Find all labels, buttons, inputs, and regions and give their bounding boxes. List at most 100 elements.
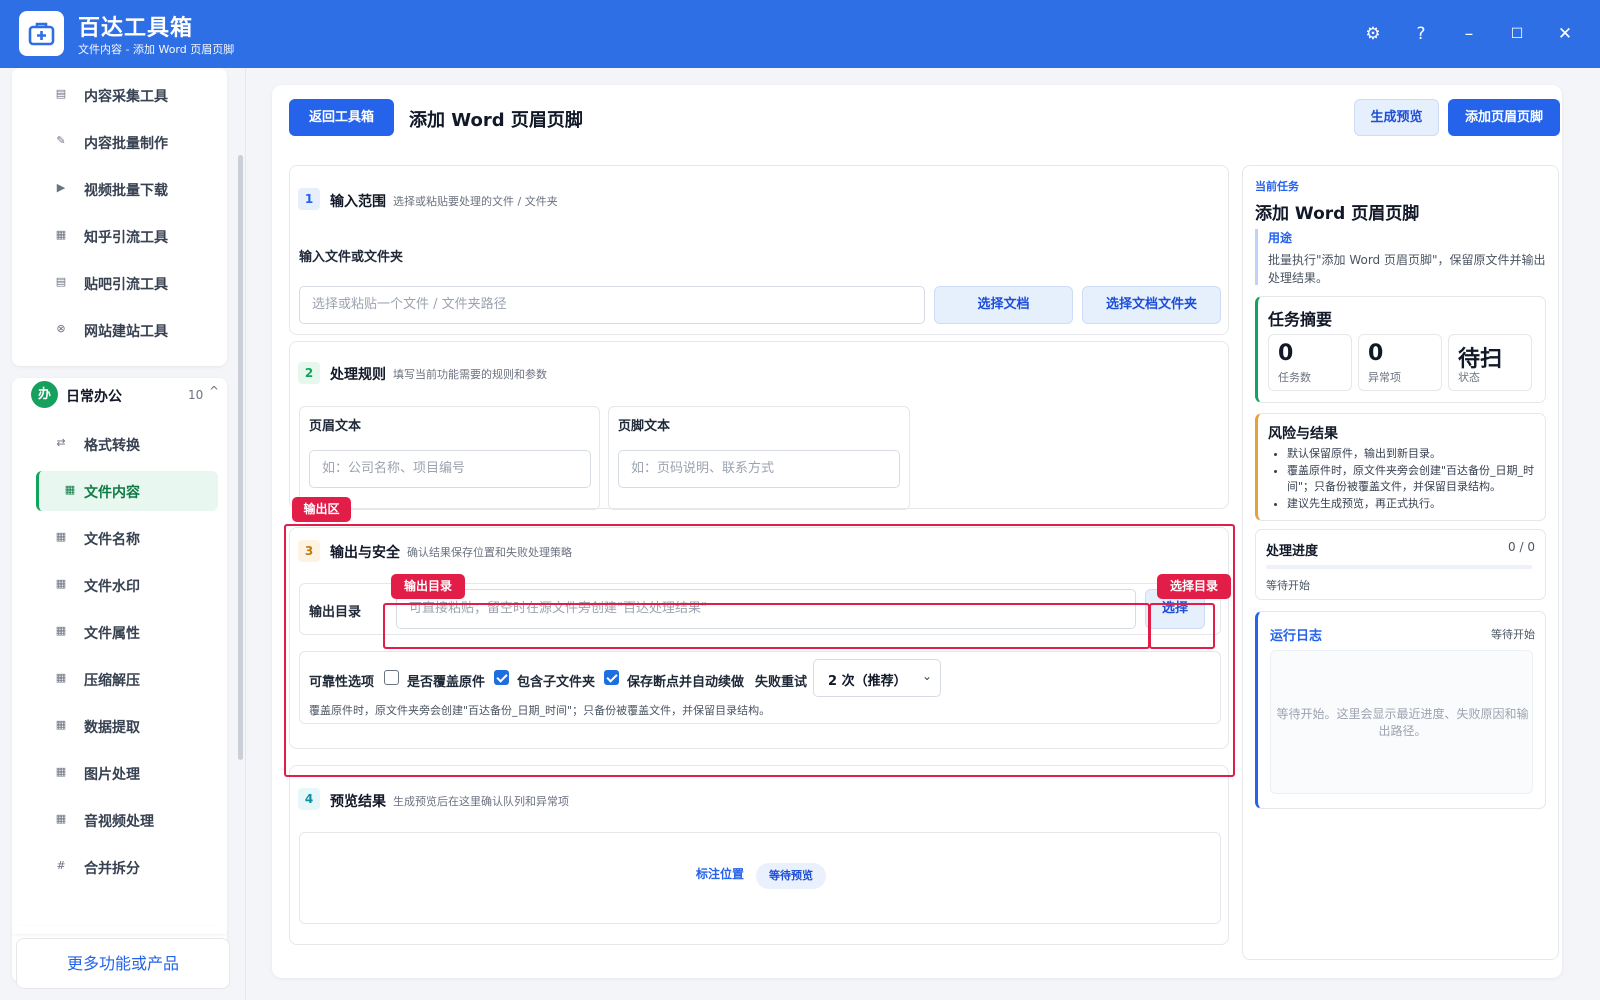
section-number: 2 [298,362,320,384]
section-number: 1 [298,188,320,210]
run-log-card: 运行日志 等待开始 等待开始。这里会显示最近进度、失败原因和输出路径。 [1255,611,1546,809]
section-preview: 4 预览结果 生成预览后在这里确认队列和异常项 标注位置 等待预览 [289,765,1229,945]
sidebar-item-label: 音视频处理 [84,814,154,830]
sidebar-item-label: 合并拆分 [84,861,140,877]
header-text-input[interactable]: 如：公司名称、项目编号 [309,450,591,488]
sidebar-item[interactable]: # 合并拆分 [24,847,206,887]
sidebar-item[interactable]: ▦ 文件内容 [36,471,218,511]
footer-text-card: 页脚文本 如：页码说明、联系方式 [608,406,910,510]
sidebar-item[interactable]: ▦ 文件水印 [24,565,206,605]
sidebar-item[interactable]: ⊗ 网站建站工具 [24,310,206,350]
back-to-toolbox-button[interactable]: 返回工具箱 [289,99,394,136]
footer-text-label: 页脚文本 [618,419,671,434]
output-area-highlight [284,524,1235,777]
stat-value: 0 [1278,341,1294,366]
sidebar: ▤ 内容采集工具 ✎ 内容批量制作 ▶ 视频批量下载 ▦ 知乎引流工具 ▤ 贴吧引流工具 ⊗ 网站建站… [0,68,246,1000]
sidebar-item[interactable]: ▦ 图片处理 [24,753,206,793]
maximize-button[interactable]: ☐ [1503,20,1531,48]
sidebar-item-label: 文件名称 [84,532,140,548]
choose-folder-button[interactable]: 选择文档文件夹 [1082,286,1221,324]
chevron-up-icon[interactable]: ^ [209,384,219,398]
stat-label: 状态 [1458,371,1480,384]
stat-card: 0 异常项 [1358,334,1442,391]
page-title: 添加 Word 页眉页脚 [409,110,583,131]
sidebar-item-label: 网站建站工具 [84,324,168,340]
log-title: 运行日志 [1270,629,1323,644]
sidebar-item-icon: ▦ [64,483,76,496]
sidebar-item[interactable]: ▦ 音视频处理 [24,800,206,840]
stat-value: 0 [1368,341,1384,366]
output-area-tag: 输出区 [292,497,351,522]
sidebar-item[interactable]: ▦ 文件属性 [24,612,206,652]
sidebar-item[interactable]: ▦ 数据提取 [24,706,206,746]
preview-area: 标注位置 等待预览 [299,832,1221,924]
usage-block: 用途 批量执行"添加 Word 页眉页脚"，保留原文件并输出处理结果。 [1255,229,1546,285]
sidebar-item-label: 内容采集工具 [84,89,168,105]
progress-status: 等待开始 [1266,579,1310,592]
risk-list: 默认保留原件，输出到新目录。覆盖原件时，原文件夹旁会创建"百达备份_日期_时间"… [1287,446,1549,513]
stat-label: 异常项 [1368,371,1401,384]
sidebar-item-icon: ▦ [55,765,67,778]
risk-item: 覆盖原件时，原文件夹旁会创建"百达备份_日期_时间"；只备份被覆盖文件，并保留目… [1287,463,1549,495]
sidebar-item-icon: # [56,859,66,872]
generate-preview-button[interactable]: 生成预览 [1354,99,1439,136]
settings-icon[interactable]: ⚙ [1359,20,1387,48]
current-task-label: 当前任务 [1255,180,1299,193]
sidebar-item-icon: ▦ [55,624,67,637]
sidebar-item-label: 贴吧引流工具 [84,277,168,293]
sidebar-card-next [12,926,227,934]
sidebar-item-label: 文件水印 [84,579,140,595]
risk-title: 风险与结果 [1268,426,1338,442]
more-products-button[interactable]: 更多功能或产品 [16,938,230,989]
sidebar-item-icon: ▤ [55,275,67,288]
add-header-footer-button[interactable]: 添加页眉页脚 [1448,99,1560,136]
group-count: 10 [188,388,204,402]
progress-count: 0 / 0 [1508,540,1535,554]
section-hint: 选择或粘贴要处理的文件 / 文件夹 [393,195,558,208]
sidebar-item[interactable]: ▦ 知乎引流工具 [24,216,206,256]
section-rules: 2 处理规则 填写当前功能需要的规则和参数 页眉文本 如：公司名称、项目编号 页… [289,341,1229,510]
sidebar-item-icon: ⊗ [56,322,66,335]
choose-dir-highlight [1149,603,1215,649]
close-button[interactable]: ✕ [1551,20,1579,48]
sidebar-item-label: 视频批量下载 [84,183,168,199]
app-subtitle: 文件内容 - 添加 Word 页眉页脚 [78,43,235,56]
usage-label: 用途 [1268,231,1293,245]
section-title: 输入范围 [330,194,386,210]
progress-title: 处理进度 [1266,544,1319,559]
app-logo [19,11,64,56]
sidebar-item[interactable]: ▶ 视频批量下载 [24,169,206,209]
sidebar-item-icon: ⇄ [56,436,66,449]
progress-card: 处理进度 0 / 0 等待开始 [1255,529,1546,600]
sidebar-item[interactable]: ✎ 内容批量制作 [24,122,206,162]
sidebar-item[interactable]: ▤ 贴吧引流工具 [24,263,206,303]
risk-item: 建议先生成预览，再正式执行。 [1287,496,1549,512]
sidebar-item[interactable]: ⇄ 格式转换 [24,424,206,464]
sidebar-item[interactable]: ▦ 文件名称 [24,518,206,558]
stat-card: 0 任务数 [1268,334,1352,391]
input-field-label: 输入文件或文件夹 [299,250,404,265]
sidebar-item[interactable]: ▤ 内容采集工具 [24,75,206,115]
task-side-panel: 当前任务 添加 Word 页眉页脚 用途 批量执行"添加 Word 页眉页脚"，… [1242,165,1559,960]
section-input-range: 1 输入范围 选择或粘贴要处理的文件 / 文件夹 输入文件或文件夹 选择或粘贴一… [289,165,1229,335]
sidebar-item-label: 知乎引流工具 [84,230,168,246]
sidebar-item[interactable]: ▦ 压缩解压 [24,659,206,699]
input-path-field[interactable]: 选择或粘贴一个文件 / 文件夹路径 [299,286,925,324]
sidebar-item-icon: ▦ [55,577,67,590]
sidebar-item-icon: ▦ [55,671,67,684]
output-dir-highlight [383,603,1150,649]
help-icon[interactable]: ? [1407,20,1435,48]
sidebar-scrollbar[interactable] [238,155,243,760]
sidebar-group-office[interactable]: 办 日常办公 10 ^ [18,372,226,414]
minimize-button[interactable]: – [1455,20,1483,48]
log-output[interactable]: 等待开始。这里会显示最近进度、失败原因和输出路径。 [1270,650,1533,794]
footer-text-input[interactable]: 如：页码说明、联系方式 [618,450,900,488]
risk-item: 默认保留原件，输出到新目录。 [1287,446,1549,462]
choose-document-button[interactable]: 选择文档 [934,286,1073,324]
sidebar-item-icon: ▤ [55,87,67,100]
anchor-link[interactable]: 标注位置 [696,865,744,882]
sidebar-item-icon: ▦ [55,530,67,543]
summary-title: 任务摘要 [1268,310,1333,329]
sidebar-item-label: 压缩解压 [84,673,140,689]
group-title: 日常办公 [66,389,122,405]
